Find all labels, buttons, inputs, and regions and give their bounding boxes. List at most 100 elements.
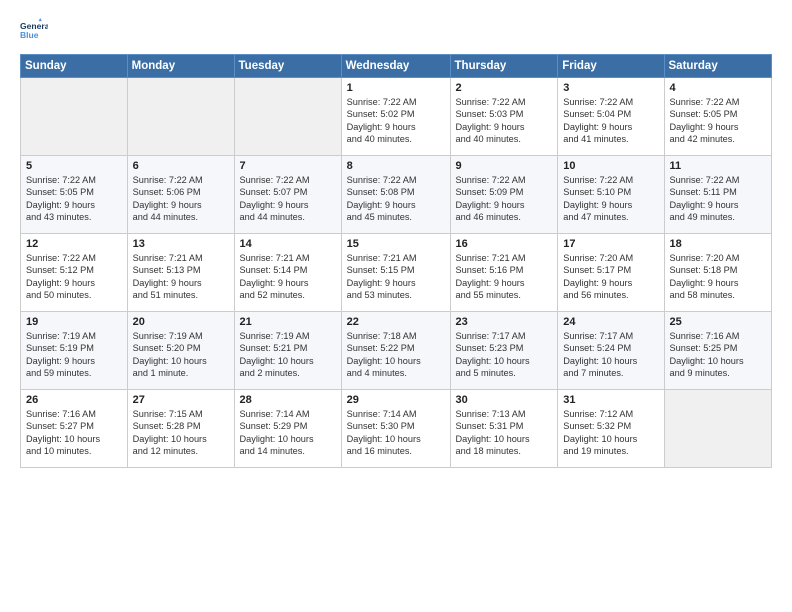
day-info: Sunrise: 7:19 AM Sunset: 5:20 PM Dayligh… xyxy=(133,330,229,380)
calendar-week-row: 1Sunrise: 7:22 AM Sunset: 5:02 PM Daylig… xyxy=(21,78,772,156)
weekday-header-tuesday: Tuesday xyxy=(234,55,341,78)
day-info: Sunrise: 7:22 AM Sunset: 5:11 PM Dayligh… xyxy=(670,174,767,224)
day-number: 15 xyxy=(347,238,445,250)
calendar-cell: 23Sunrise: 7:17 AM Sunset: 5:23 PM Dayli… xyxy=(450,312,558,390)
weekday-header-monday: Monday xyxy=(127,55,234,78)
day-number: 13 xyxy=(133,238,229,250)
day-number: 27 xyxy=(133,394,229,406)
day-info: Sunrise: 7:22 AM Sunset: 5:10 PM Dayligh… xyxy=(563,174,658,224)
calendar-cell: 11 Sunrise: 7:22 AM Sunset: 5:11 PM Dayli… xyxy=(664,156,772,234)
day-number: 1 xyxy=(347,82,445,94)
day-number: 22 xyxy=(347,316,445,328)
day-info: Sunrise: 7:19 AM Sunset: 5:19 PM Dayligh… xyxy=(26,330,122,380)
day-info: Sunrise: 7:19 AM Sunset: 5:21 PM Dayligh… xyxy=(240,330,336,380)
calendar-week-row: 12Sunrise: 7:22 AM Sunset: 5:12 PM Dayli… xyxy=(21,234,772,312)
day-info: Sunrise: 7:22 AM Sunset: 5:05 PM Dayligh… xyxy=(26,174,122,224)
day-info: Sunrise: 7:22 AM Sunset: 5:12 PM Dayligh… xyxy=(26,252,122,302)
calendar-cell xyxy=(234,78,341,156)
calendar-cell: 28 Sunrise: 7:14 AM Sunset: 5:29 PM Dayli… xyxy=(234,390,341,468)
calendar-cell: 22 Sunrise: 7:18 AM Sunset: 5:22 PM Dayli… xyxy=(341,312,450,390)
calendar-cell: 25 Sunrise: 7:16 AM Sunset: 5:25 PM Dayli… xyxy=(664,312,772,390)
day-number: 7 xyxy=(240,160,336,172)
day-number: 3 xyxy=(563,82,658,94)
calendar-cell xyxy=(664,390,772,468)
calendar-cell: 20 Sunrise: 7:19 AM Sunset: 5:20 PM Dayli… xyxy=(127,312,234,390)
day-number: 4 xyxy=(670,82,767,94)
day-info: Sunrise: 7:17 AM Sunset: 5:23 PM Dayligh… xyxy=(456,330,553,380)
weekday-header-wednesday: Wednesday xyxy=(341,55,450,78)
day-number: 9 xyxy=(456,160,553,172)
calendar-cell: 7 Sunrise: 7:22 AM Sunset: 5:07 PM Daylig… xyxy=(234,156,341,234)
day-info: Sunrise: 7:22 AM Sunset: 5:07 PM Dayligh… xyxy=(240,174,336,224)
calendar-cell: 17 Sunrise: 7:20 AM Sunset: 5:17 PM Dayli… xyxy=(558,234,664,312)
calendar-table: SundayMondayTuesdayWednesdayThursdayFrid… xyxy=(20,54,772,468)
calendar-cell: 14Sunrise: 7:21 AM Sunset: 5:14 PM Dayli… xyxy=(234,234,341,312)
day-number: 14 xyxy=(240,238,336,250)
day-info: Sunrise: 7:13 AM Sunset: 5:31 PM Dayligh… xyxy=(456,408,553,458)
page-header: GeneralBlue xyxy=(20,18,772,46)
day-info: Sunrise: 7:22 AM Sunset: 5:08 PM Dayligh… xyxy=(347,174,445,224)
day-info: Sunrise: 7:20 AM Sunset: 5:17 PM Dayligh… xyxy=(563,252,658,302)
day-info: Sunrise: 7:14 AM Sunset: 5:29 PM Dayligh… xyxy=(240,408,336,458)
calendar-week-row: 19 Sunrise: 7:19 AM Sunset: 5:19 PM Dayli… xyxy=(21,312,772,390)
weekday-header-sunday: Sunday xyxy=(21,55,128,78)
day-number: 19 xyxy=(26,316,122,328)
day-number: 29 xyxy=(347,394,445,406)
calendar-cell: 6 Sunrise: 7:22 AM Sunset: 5:06 PM Daylig… xyxy=(127,156,234,234)
calendar-week-row: 26Sunrise: 7:16 AM Sunset: 5:27 PM Dayli… xyxy=(21,390,772,468)
day-number: 20 xyxy=(133,316,229,328)
calendar-cell: 16Sunrise: 7:21 AM Sunset: 5:16 PM Dayli… xyxy=(450,234,558,312)
day-number: 24 xyxy=(563,316,658,328)
day-number: 17 xyxy=(563,238,658,250)
svg-text:General: General xyxy=(20,21,48,31)
day-info: Sunrise: 7:18 AM Sunset: 5:22 PM Dayligh… xyxy=(347,330,445,380)
logo-icon: GeneralBlue xyxy=(20,18,48,46)
day-info: Sunrise: 7:17 AM Sunset: 5:24 PM Dayligh… xyxy=(563,330,658,380)
day-info: Sunrise: 7:22 AM Sunset: 5:09 PM Dayligh… xyxy=(456,174,553,224)
day-info: Sunrise: 7:22 AM Sunset: 5:06 PM Dayligh… xyxy=(133,174,229,224)
calendar-cell: 10 Sunrise: 7:22 AM Sunset: 5:10 PM Dayli… xyxy=(558,156,664,234)
svg-text:Blue: Blue xyxy=(20,30,39,40)
weekday-header-thursday: Thursday xyxy=(450,55,558,78)
day-number: 16 xyxy=(456,238,553,250)
calendar-cell: 12Sunrise: 7:22 AM Sunset: 5:12 PM Dayli… xyxy=(21,234,128,312)
day-number: 10 xyxy=(563,160,658,172)
calendar-cell: 1Sunrise: 7:22 AM Sunset: 5:02 PM Daylig… xyxy=(341,78,450,156)
day-number: 5 xyxy=(26,160,122,172)
calendar-cell xyxy=(21,78,128,156)
day-info: Sunrise: 7:15 AM Sunset: 5:28 PM Dayligh… xyxy=(133,408,229,458)
weekday-header-row: SundayMondayTuesdayWednesdayThursdayFrid… xyxy=(21,55,772,78)
calendar-cell: 13 Sunrise: 7:21 AM Sunset: 5:13 PM Dayli… xyxy=(127,234,234,312)
calendar-cell: 27 Sunrise: 7:15 AM Sunset: 5:28 PM Dayli… xyxy=(127,390,234,468)
calendar-cell: 21Sunrise: 7:19 AM Sunset: 5:21 PM Dayli… xyxy=(234,312,341,390)
calendar-cell: 24 Sunrise: 7:17 AM Sunset: 5:24 PM Dayli… xyxy=(558,312,664,390)
logo: GeneralBlue xyxy=(20,18,48,46)
calendar-cell: 15Sunrise: 7:21 AM Sunset: 5:15 PM Dayli… xyxy=(341,234,450,312)
day-number: 28 xyxy=(240,394,336,406)
calendar-cell: 19 Sunrise: 7:19 AM Sunset: 5:19 PM Dayli… xyxy=(21,312,128,390)
day-number: 11 xyxy=(670,160,767,172)
calendar-cell: 26Sunrise: 7:16 AM Sunset: 5:27 PM Dayli… xyxy=(21,390,128,468)
day-info: Sunrise: 7:12 AM Sunset: 5:32 PM Dayligh… xyxy=(563,408,658,458)
day-info: Sunrise: 7:21 AM Sunset: 5:13 PM Dayligh… xyxy=(133,252,229,302)
weekday-header-friday: Friday xyxy=(558,55,664,78)
day-info: Sunrise: 7:22 AM Sunset: 5:05 PM Dayligh… xyxy=(670,96,767,146)
calendar-cell: 8 Sunrise: 7:22 AM Sunset: 5:08 PM Daylig… xyxy=(341,156,450,234)
day-info: Sunrise: 7:22 AM Sunset: 5:03 PM Dayligh… xyxy=(456,96,553,146)
day-number: 18 xyxy=(670,238,767,250)
day-number: 25 xyxy=(670,316,767,328)
day-number: 6 xyxy=(133,160,229,172)
calendar-cell: 3 Sunrise: 7:22 AM Sunset: 5:04 PM Daylig… xyxy=(558,78,664,156)
calendar-cell xyxy=(127,78,234,156)
day-number: 31 xyxy=(563,394,658,406)
day-number: 2 xyxy=(456,82,553,94)
day-number: 8 xyxy=(347,160,445,172)
calendar-cell: 30Sunrise: 7:13 AM Sunset: 5:31 PM Dayli… xyxy=(450,390,558,468)
day-info: Sunrise: 7:20 AM Sunset: 5:18 PM Dayligh… xyxy=(670,252,767,302)
calendar-cell: 9 Sunrise: 7:22 AM Sunset: 5:09 PM Daylig… xyxy=(450,156,558,234)
day-info: Sunrise: 7:22 AM Sunset: 5:04 PM Dayligh… xyxy=(563,96,658,146)
calendar-cell: 4 Sunrise: 7:22 AM Sunset: 5:05 PM Daylig… xyxy=(664,78,772,156)
day-number: 26 xyxy=(26,394,122,406)
day-info: Sunrise: 7:16 AM Sunset: 5:25 PM Dayligh… xyxy=(670,330,767,380)
weekday-header-saturday: Saturday xyxy=(664,55,772,78)
